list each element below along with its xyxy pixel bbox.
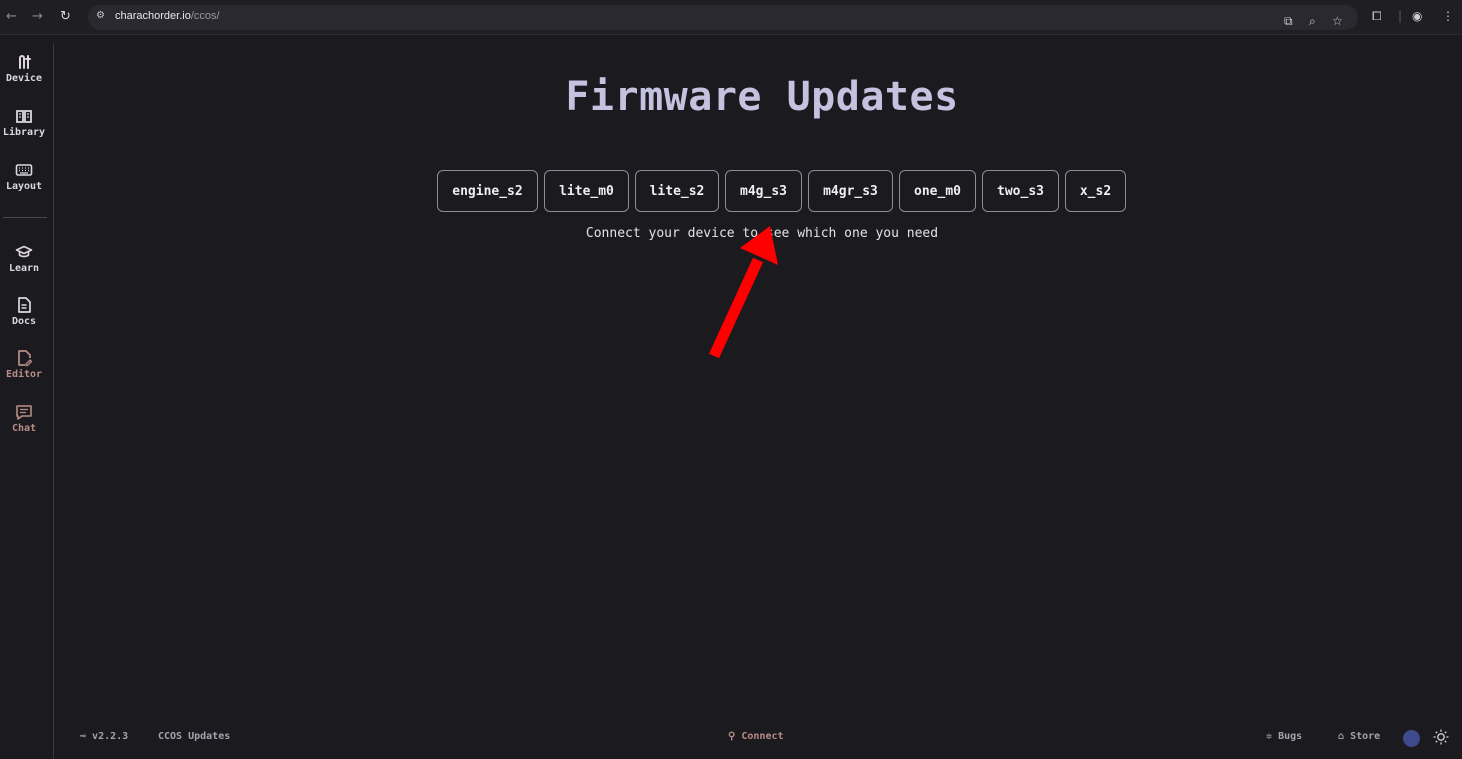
bookmark-star-icon[interactable]: ☆	[1332, 14, 1343, 28]
document-icon	[0, 296, 48, 314]
sidebar-item-label: Docs	[11, 316, 37, 327]
sidebar-item-label: Editor	[5, 369, 43, 380]
browser-toolbar: ← → ↻ ⚙ charachorder.io/ccos/ ⧉ ⌕ ☆ ⧠ | …	[0, 0, 1462, 35]
graduation-cap-icon	[0, 243, 48, 261]
firmware-button-lite-s2[interactable]: lite_s2	[635, 170, 719, 212]
firmware-options: engine_s2 lite_m0 lite_s2 m4g_s3 m4gr_s3…	[437, 170, 1126, 212]
browser-menu-icon[interactable]: ⋮	[1442, 9, 1454, 23]
sidebar-item-docs[interactable]: Docs	[0, 296, 48, 327]
page-title: Firmware Updates	[565, 74, 959, 120]
install-app-icon[interactable]: ⧉	[1284, 14, 1293, 29]
edit-document-icon	[0, 349, 48, 367]
chat-icon	[0, 403, 48, 421]
firmware-button-one-m0[interactable]: one_m0	[899, 170, 976, 212]
version-text: v2.2.3	[92, 731, 129, 742]
bugs-link[interactable]: ✲ Bugs	[1266, 731, 1302, 742]
connect-label: Connect	[741, 731, 784, 742]
sidebar-item-editor[interactable]: Editor	[0, 349, 48, 380]
profile-icon[interactable]: ◉	[1412, 9, 1422, 23]
sidebar-item-layout[interactable]: Layout	[0, 161, 48, 192]
sidebar-item-label: Chat	[11, 423, 37, 434]
bugs-label: Bugs	[1278, 731, 1303, 742]
annotation-arrow-icon	[709, 226, 778, 359]
store-link[interactable]: ⌂ Store	[1338, 731, 1380, 742]
reload-icon[interactable]: ↻	[60, 9, 71, 24]
url-host: charachorder.io	[115, 10, 191, 22]
url-path: /ccos/	[190, 10, 220, 22]
back-arrow-icon[interactable]: ←	[6, 9, 17, 24]
firmware-button-m4g-s3[interactable]: m4g_s3	[725, 170, 802, 212]
keyboard-icon	[0, 161, 48, 179]
connect-button[interactable]: ⚲ Connect	[728, 731, 784, 742]
forward-arrow-icon[interactable]: →	[32, 9, 43, 24]
plug-icon: ⚲	[728, 731, 736, 742]
sidebar-item-chat[interactable]: Chat	[0, 403, 48, 434]
shopping-bag-icon: ⌂	[1338, 731, 1345, 742]
theme-color-picker[interactable]	[1403, 730, 1420, 747]
device-icon	[0, 53, 48, 71]
site-settings-icon[interactable]: ⚙	[96, 10, 105, 21]
sidebar-item-label: Library	[2, 127, 46, 138]
firmware-button-m4gr-s3[interactable]: m4gr_s3	[808, 170, 893, 212]
firmware-button-two-s3[interactable]: two_s3	[982, 170, 1059, 212]
ccos-updates-link[interactable]: CCOS Updates	[158, 731, 230, 742]
firmware-button-x-s2[interactable]: x_s2	[1065, 170, 1126, 212]
sidebar: Device Library Layout Learn Docs Editor	[0, 43, 54, 759]
sidebar-item-label: Learn	[8, 263, 40, 274]
address-bar[interactable]: ⚙ charachorder.io/ccos/ ⧉ ⌕ ☆	[88, 5, 1358, 30]
bug-icon: ✲	[1266, 731, 1273, 742]
toolbar-divider: |	[1398, 9, 1403, 23]
store-label: Store	[1350, 731, 1381, 742]
zoom-icon[interactable]: ⌕	[1309, 14, 1316, 29]
firmware-button-lite-m0[interactable]: lite_m0	[544, 170, 629, 212]
sidebar-item-label: Layout	[5, 181, 43, 192]
extensions-icon[interactable]: ⧠	[1372, 9, 1382, 24]
url-text[interactable]: charachorder.io/ccos/	[115, 10, 220, 22]
sidebar-divider	[3, 217, 47, 218]
version-label[interactable]: ⊸ v2.2.3	[80, 731, 128, 742]
sun-icon[interactable]	[1432, 728, 1450, 746]
firmware-button-engine-s2[interactable]: engine_s2	[437, 170, 538, 212]
sidebar-item-learn[interactable]: Learn	[0, 243, 48, 274]
